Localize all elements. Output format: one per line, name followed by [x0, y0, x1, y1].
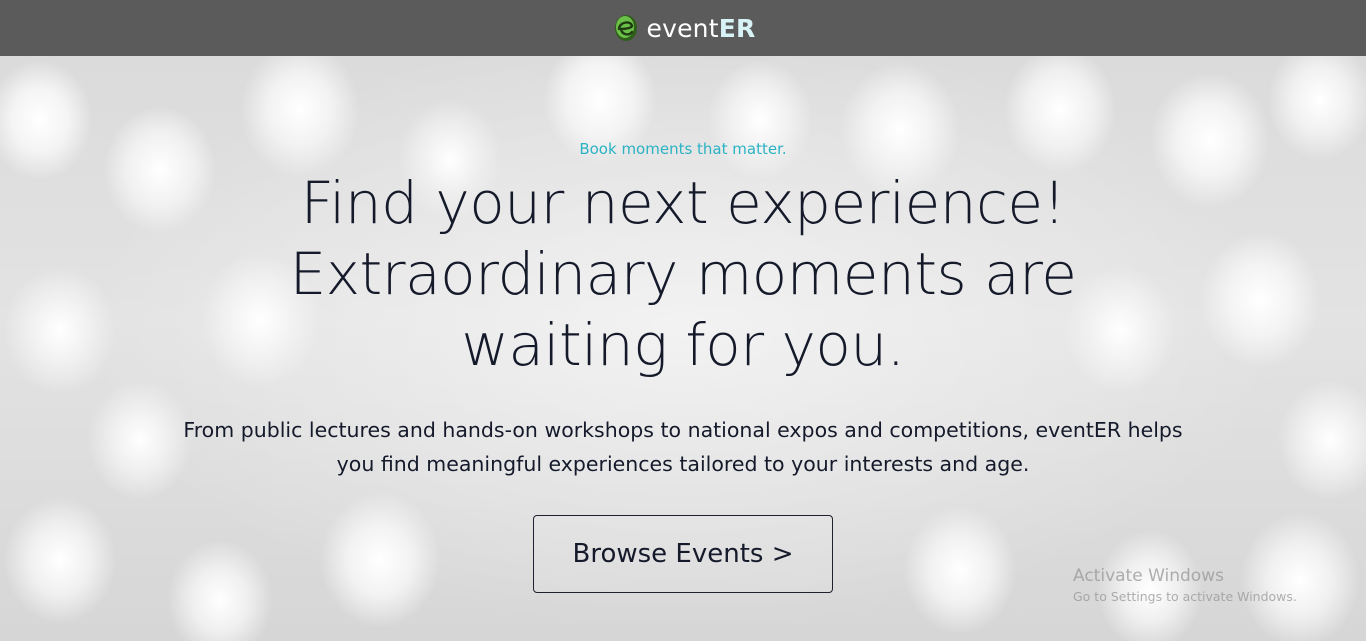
watermark-subtitle: Go to Settings to activate Windows.	[1073, 589, 1297, 604]
hero-description: From public lectures and hands-on worksh…	[183, 418, 1183, 476]
brand-prefix: event	[646, 13, 719, 43]
activate-windows-watermark: Activate Windows Go to Settings to activ…	[1073, 566, 1297, 608]
hero-tagline: Book moments that matter.	[579, 140, 787, 158]
hero-section: Book moments that matter. Find your next…	[0, 56, 1366, 641]
hero-headline: Find your next experience! Extraordinary…	[289, 169, 1077, 379]
brand-logo[interactable]: eventER	[611, 0, 756, 56]
watermark-title: Activate Windows	[1073, 566, 1224, 586]
landing-page: eventER Book moments that matter. Find y…	[0, 0, 1366, 641]
brand-suffix: ER	[718, 13, 756, 43]
brand-name: eventER	[647, 16, 756, 41]
leaf-e-icon	[614, 15, 637, 41]
top-bar: eventER	[0, 0, 1366, 56]
browse-events-button[interactable]: Browse Events >	[533, 515, 833, 593]
